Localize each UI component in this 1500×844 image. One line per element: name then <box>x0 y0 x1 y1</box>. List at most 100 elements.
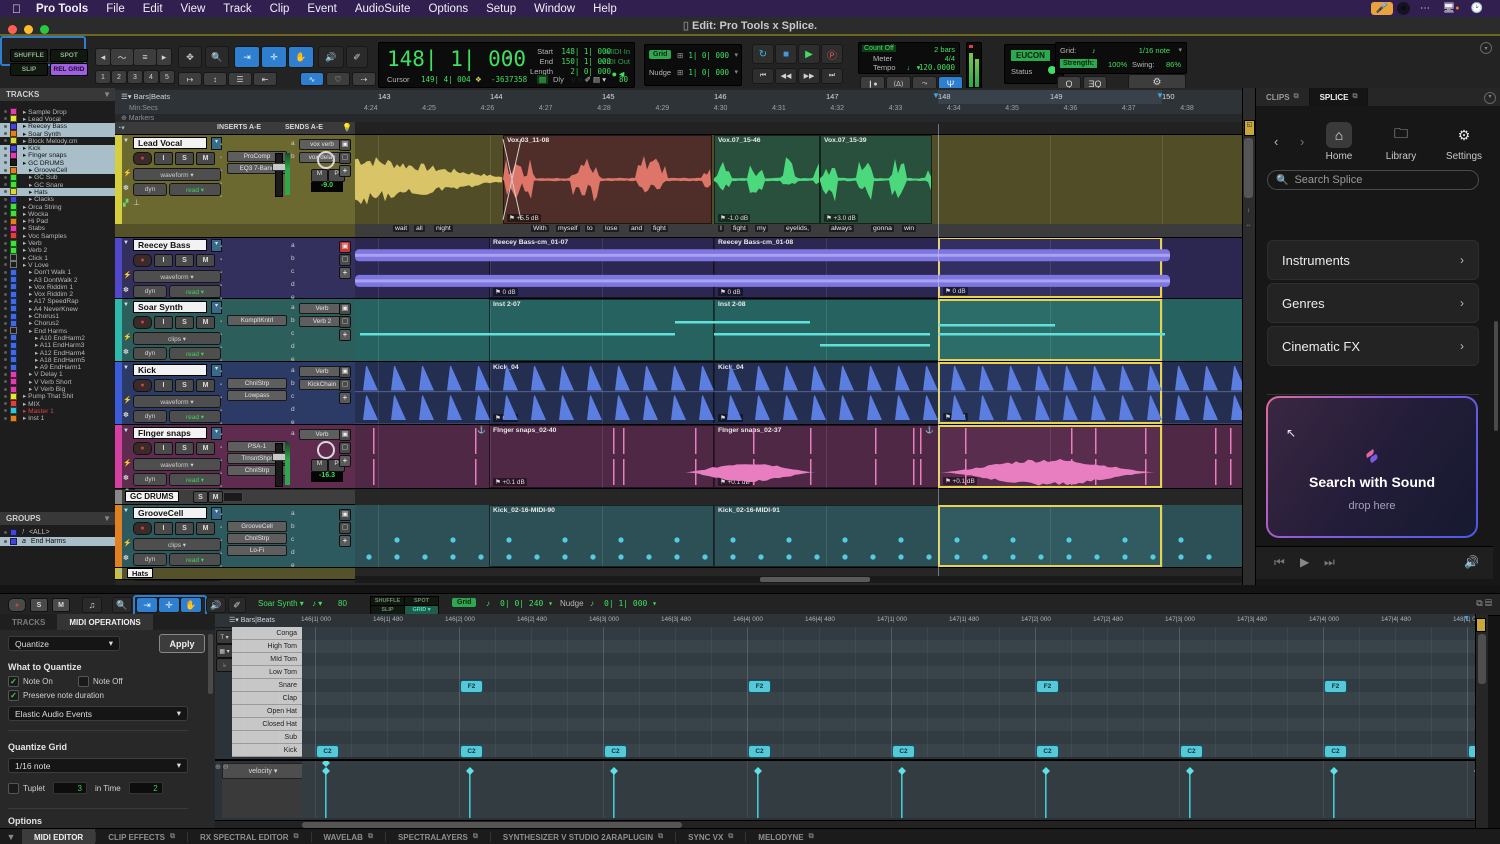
track-visibility-dot[interactable] <box>4 220 7 223</box>
clock-icon[interactable]: 🕑 <box>1466 2 1488 15</box>
audio-clip-inst-2-07[interactable]: Inst 2-07 <box>489 299 714 361</box>
lane-row-low-tom[interactable] <box>302 666 1476 680</box>
audio-clip-kick-02-16-midi-90[interactable]: Kick_02-16-MIDI-90 <box>489 505 714 567</box>
elastic-audio-icon[interactable]: ⚡ <box>123 271 132 279</box>
automation-icon[interactable]: ✽ <box>123 348 129 356</box>
midi-note-value-icon[interactable]: ♪ ▾ <box>312 599 322 608</box>
quantize-operation-select[interactable]: Quantize▾ <box>8 636 120 651</box>
track-visibility-dot[interactable] <box>4 154 7 157</box>
lane-row-clap[interactable] <box>302 692 1476 706</box>
automation-mode-selector[interactable]: read ▾ <box>169 183 221 196</box>
send-pan-knob[interactable] <box>317 151 335 169</box>
swing-value[interactable]: 86% <box>1166 60 1181 69</box>
solo-button[interactable]: S <box>175 522 194 535</box>
menu-options[interactable]: Options <box>419 3 477 15</box>
solo-button[interactable]: S <box>175 152 194 165</box>
transport-skip-3[interactable]: ⏭ <box>821 68 843 84</box>
audio-clip-vox-07-15-39[interactable]: Vox.07_15-39⚑ +3.0 dB <box>820 135 932 224</box>
sidebar-track-verb-2[interactable]: ▸ Verb 2 <box>0 247 115 254</box>
tempo-value[interactable]: 120.0000 <box>919 63 955 72</box>
track-visibility-dot[interactable] <box>4 169 7 172</box>
send-pan-knob[interactable] <box>317 441 335 459</box>
zoom-out-arrow-button[interactable]: ◂ <box>95 48 111 66</box>
track-lane-kick[interactable]: Kick_04⚑ 0 dBKick_04⚑ 0 dB⚑ 0 dB <box>355 362 1242 425</box>
output-window-button[interactable]: ▣ <box>339 509 351 521</box>
pencil-tool-icon[interactable]: ✐ <box>346 46 368 68</box>
track-visibility-dot[interactable] <box>4 183 7 186</box>
track-name-box[interactable]: FInger snaps <box>133 427 207 439</box>
input-monitor-button[interactable]: I <box>154 442 173 455</box>
elastic-plugin-icon[interactable]: ▞ <box>123 199 128 207</box>
menu-pro-tools[interactable]: Pro Tools <box>27 3 97 15</box>
comments-button[interactable]: ▢ <box>339 379 351 391</box>
collapse-arrow-icon[interactable]: ▼ <box>123 365 129 371</box>
link-timeline-icon[interactable]: ∿ <box>300 72 324 86</box>
collapse-arrow-icon[interactable]: ▼ <box>123 240 129 246</box>
midi-note-snare[interactable]: F2 <box>460 680 483 693</box>
display-icon[interactable]: 🖥● <box>1440 2 1462 15</box>
ops-scrollbar-thumb[interactable] <box>208 634 213 694</box>
lane-label-clap[interactable]: Clap <box>232 692 302 705</box>
menu-window[interactable]: Window <box>525 3 584 15</box>
tuplet-n-field[interactable]: 3 <box>53 782 87 794</box>
track-visibility-dot[interactable] <box>4 344 7 347</box>
track-visibility-dot[interactable] <box>4 198 7 201</box>
midi-note-kick[interactable]: C2 <box>1180 745 1203 758</box>
lane-label-closed-hat[interactable]: Closed Hat <box>232 718 302 731</box>
record-enable-button[interactable]: ● <box>133 254 152 267</box>
splice-nav-library[interactable]: 🗀Library <box>1377 122 1425 162</box>
track-visibility-dot[interactable] <box>4 409 7 412</box>
grid2-note-icon[interactable]: ♪ <box>1092 46 1096 55</box>
track-name-box[interactable]: GC DRUMS <box>125 491 179 502</box>
sidebar-track-master-1[interactable]: ▸ Master 1 <box>0 407 115 414</box>
lane-row-open-hat[interactable] <box>302 705 1476 719</box>
volume-icon[interactable]: 🔊 <box>1464 555 1479 569</box>
record-enable-button[interactable]: ● <box>133 522 152 535</box>
midi-note-kick[interactable]: C2 <box>604 745 627 758</box>
midi-note-kick[interactable]: C2 <box>748 745 771 758</box>
previous-icon[interactable]: ⏮ <box>1274 555 1285 570</box>
add-send-button[interactable]: + <box>339 535 351 547</box>
audio-clip-inst-2-08[interactable]: Inst 2-08 <box>714 299 939 361</box>
send-mute-button[interactable]: M <box>311 459 328 472</box>
send-gain-display[interactable]: -9.0 <box>311 182 343 192</box>
automation-mode-selector[interactable]: read ▾ <box>169 285 221 298</box>
track-view-selector[interactable]: waveform ▾ <box>133 458 221 471</box>
track-visibility-dot[interactable] <box>4 256 7 259</box>
dyn-selector[interactable]: dyn <box>133 553 167 566</box>
sidebar-track-block-melody-cm[interactable]: ▸ Block Melody.cm <box>0 137 115 144</box>
panel-collapse-icon[interactable]: ▾ <box>1484 92 1496 104</box>
sidebar-track-inst-1[interactable]: ▸ Inst 1 <box>0 415 115 422</box>
track-view-selector[interactable]: waveform ▾ <box>133 168 221 181</box>
velocity-grid[interactable] <box>302 761 1476 818</box>
loop-playback-button[interactable]: ↻ <box>752 44 774 64</box>
midi-note-snare[interactable]: F2 <box>1324 680 1347 693</box>
apply-button[interactable]: Apply <box>159 634 205 653</box>
track-visibility-dot[interactable] <box>4 402 7 405</box>
track-lane-lead-vocal[interactable]: Vox.03_11-08⚑ +5.5 dBVox.07_15-46⚑ -1.0 … <box>355 135 1242 225</box>
record-enable-button[interactable]: ● <box>133 316 152 329</box>
zoom-preset-4[interactable]: 4 <box>143 70 159 84</box>
track-visibility-dot[interactable] <box>4 366 7 369</box>
sidebar-track-hi-pad[interactable]: ▸ Hi Pad <box>0 218 115 225</box>
track-visibility-dot[interactable] <box>4 271 7 274</box>
input-monitor-button[interactable]: I <box>154 379 173 392</box>
lane-tool-2[interactable]: ♭ <box>216 658 233 672</box>
lane-label-open-hat[interactable]: Open Hat <box>232 705 302 718</box>
menu-edit[interactable]: Edit <box>134 3 172 15</box>
ellipsis-icon[interactable]: ⋯ <box>1414 2 1436 15</box>
solo-button[interactable]: S <box>175 379 194 392</box>
output-window-button[interactable]: ▣ <box>339 139 351 151</box>
track-name-box[interactable]: Lead Vocal <box>133 137 207 149</box>
send-mute-button[interactable]: M <box>311 169 328 182</box>
bottom-tab-melodyne[interactable]: MELODYNE⧉ <box>746 829 825 844</box>
zoom-preset-2[interactable]: 2 <box>111 70 127 84</box>
note-off-checkbox[interactable] <box>78 676 89 687</box>
solo-button[interactable]: S <box>175 316 194 329</box>
midi-note-kick[interactable]: C2 <box>460 745 483 758</box>
grid-notation-icon[interactable]: ⊞ <box>677 51 683 60</box>
start-value[interactable]: 148| 1| 000 <box>559 47 611 56</box>
track-visibility-dot[interactable] <box>4 315 7 318</box>
add-send-button[interactable]: + <box>339 392 351 404</box>
sidebar-track-orca-string[interactable]: ▸ Orca String <box>0 203 115 210</box>
